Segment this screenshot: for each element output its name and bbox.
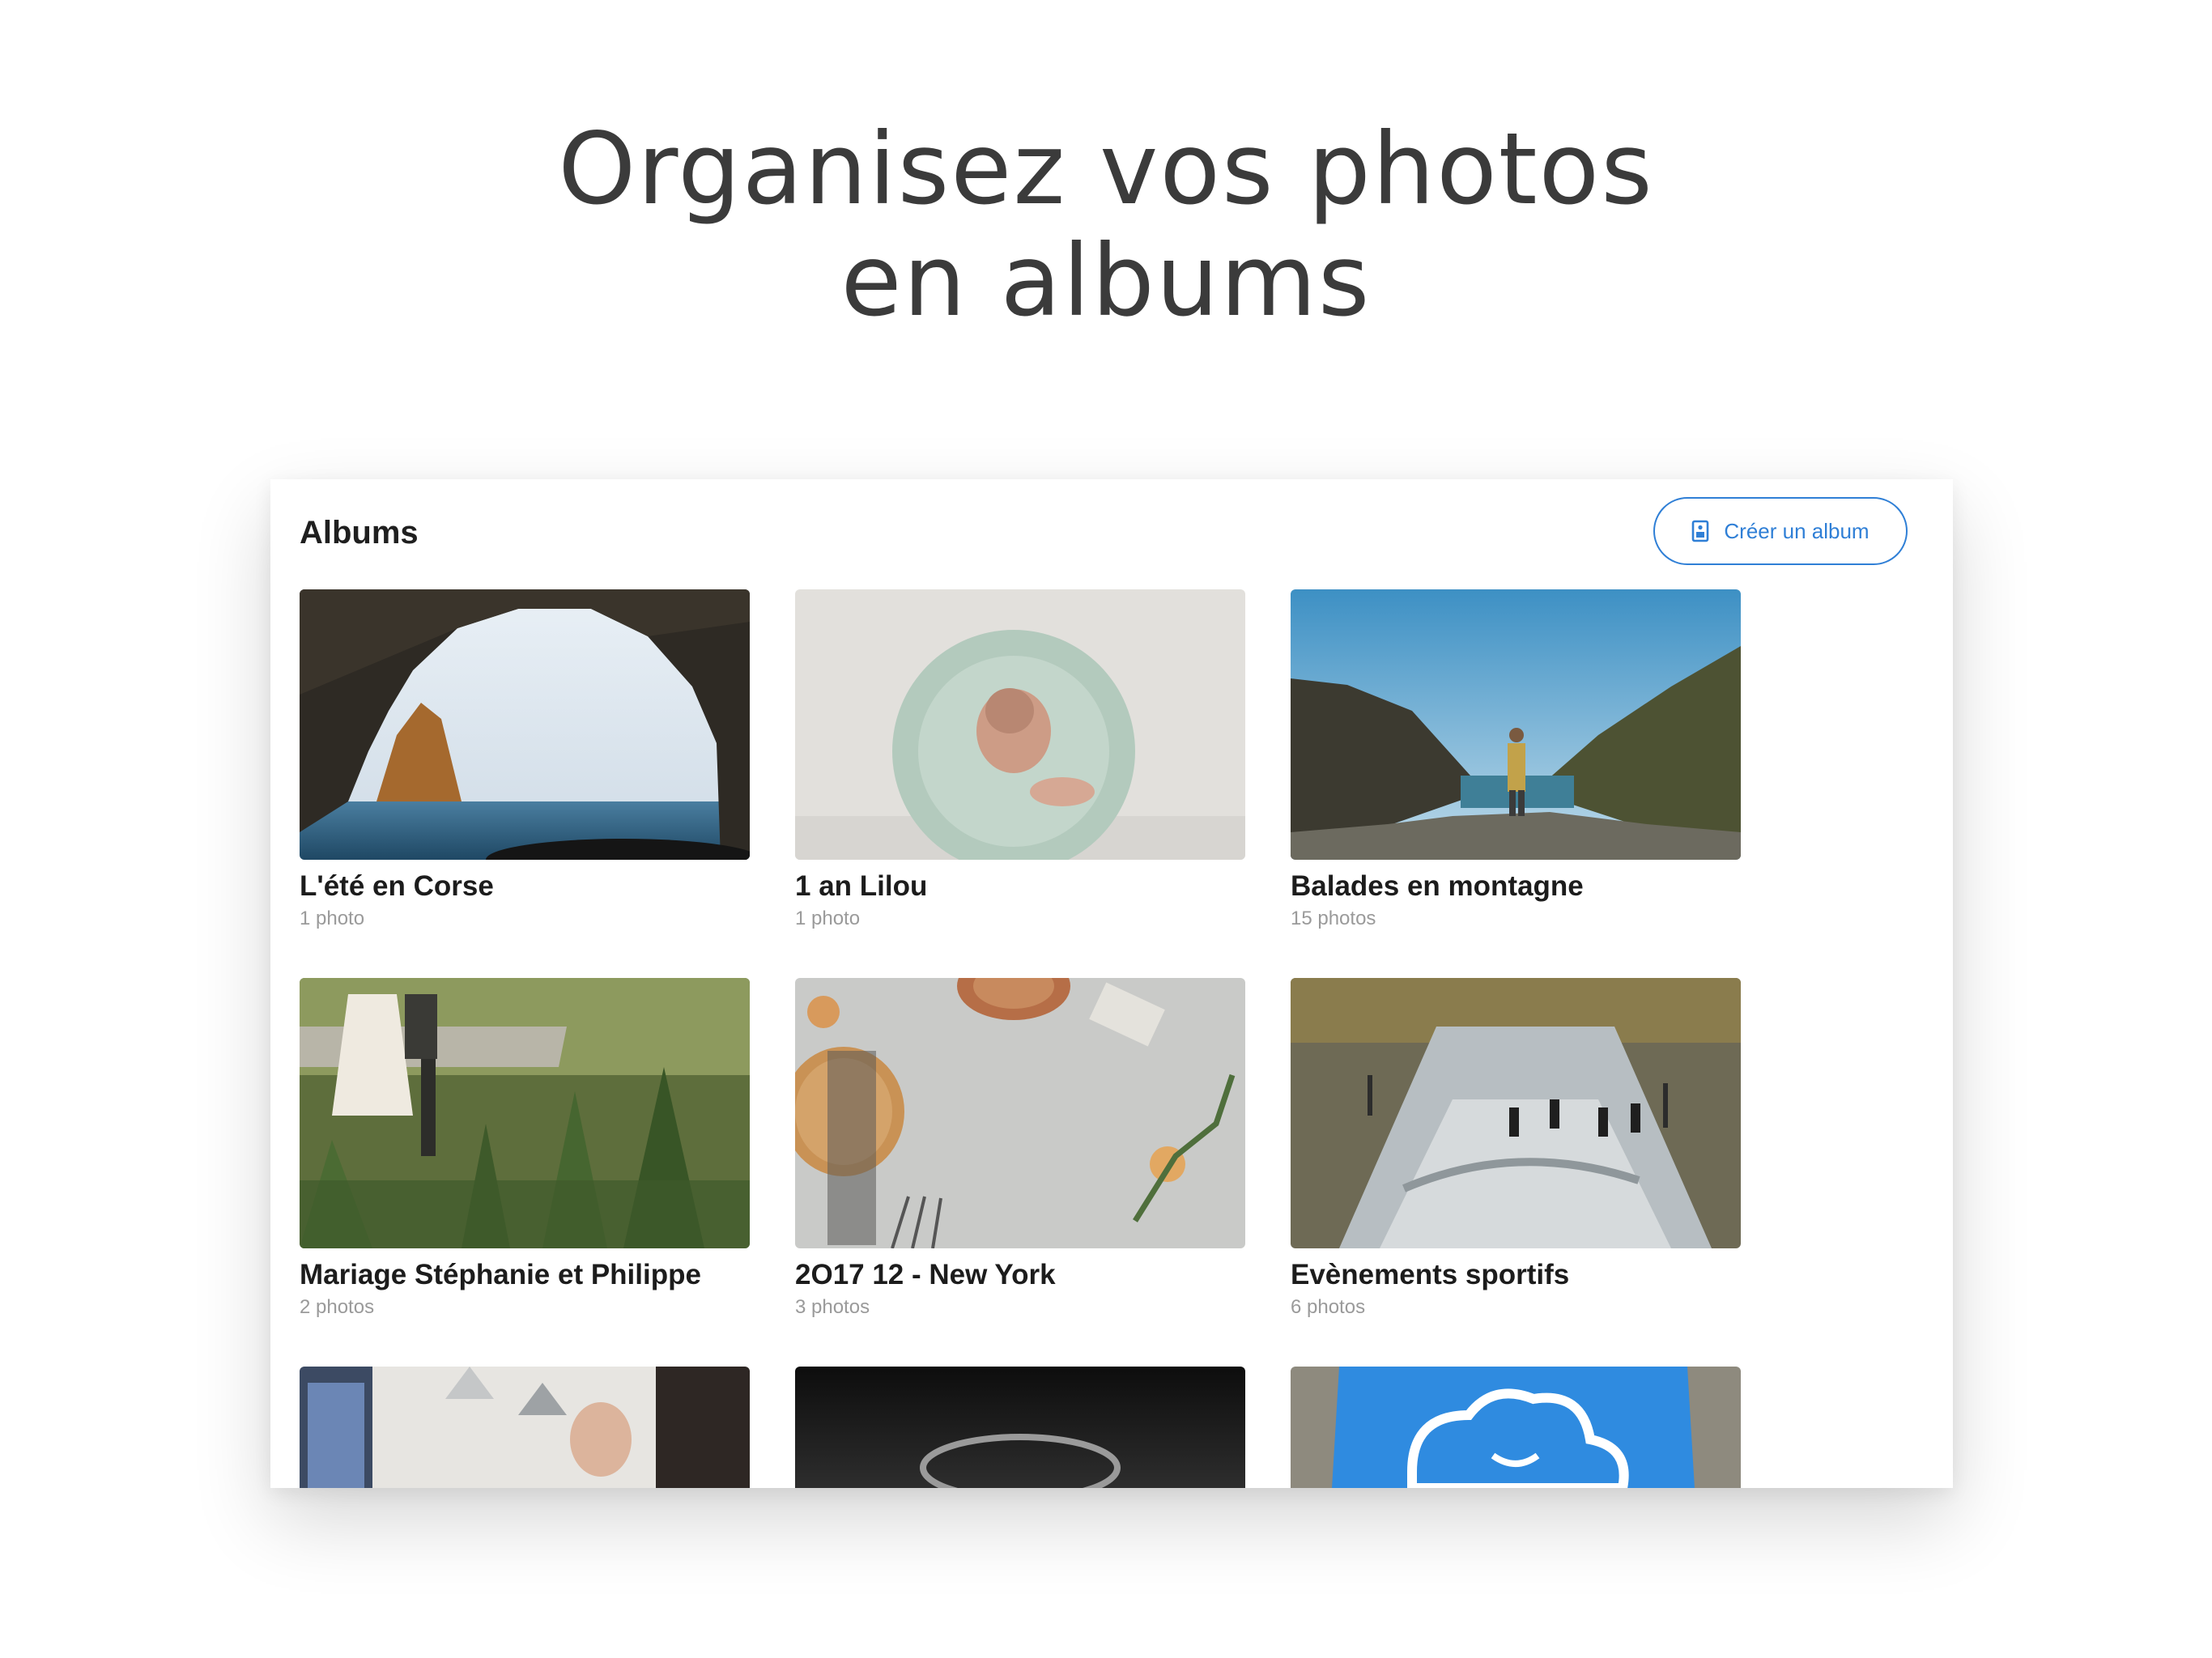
create-album-label: Créer un album xyxy=(1724,518,1870,543)
album-card[interactable]: Mariage Stéphanie et Philippe 2 photos xyxy=(300,978,750,1320)
sea-cave-photo xyxy=(300,589,750,860)
album-name: 1 an Lilou xyxy=(795,870,928,902)
album-card[interactable] xyxy=(795,1367,1245,1488)
album-grid: L'été en Corse 1 photo 1 an Lilou 1 phot… xyxy=(300,589,1741,1488)
headline-line-2: en albums xyxy=(840,223,1372,338)
blue-tshirt-photo xyxy=(1291,1367,1741,1488)
album-name: Mariage Stéphanie et Philippe xyxy=(300,1259,701,1290)
mountain-hiker-photo xyxy=(1291,589,1741,860)
album-name: Evènements sportifs xyxy=(1291,1259,1570,1290)
album-card[interactable] xyxy=(1291,1367,1741,1488)
album-card[interactable]: 2O17 12 - New York 3 photos xyxy=(795,978,1245,1320)
album-card[interactable]: Balades en montagne 15 photos xyxy=(1291,589,1741,931)
pie-table-photo xyxy=(795,978,1245,1248)
headline: Organisez vos photos en albums xyxy=(0,113,2212,337)
wedding-couple-photo xyxy=(300,978,750,1248)
dark-ring-photo xyxy=(795,1367,1245,1488)
album-name: Balades en montagne xyxy=(1291,870,1584,902)
album-count: 6 photos xyxy=(1291,1296,1366,1318)
panel-title: Albums xyxy=(300,515,419,551)
album-count: 2 photos xyxy=(300,1296,375,1318)
office-presentation-photo xyxy=(300,1367,750,1488)
album-card[interactable]: Evènements sportifs 6 photos xyxy=(1291,978,1741,1320)
album-add-icon xyxy=(1692,520,1709,542)
river-surfing-photo xyxy=(1291,978,1741,1248)
album-count: 15 photos xyxy=(1291,908,1376,929)
album-name: 2O17 12 - New York xyxy=(795,1259,1056,1290)
create-album-button[interactable]: Créer un album xyxy=(1653,497,1908,565)
album-count: 1 photo xyxy=(795,908,861,929)
baby-photo xyxy=(795,589,1245,860)
album-name: L'été en Corse xyxy=(300,870,494,902)
headline-line-1: Organisez vos photos xyxy=(558,112,1654,227)
albums-panel: Albums Créer un album L'été en Corse 1 p… xyxy=(270,479,1953,1488)
album-card[interactable]: 1 an Lilou 1 photo xyxy=(795,589,1245,931)
album-count: 3 photos xyxy=(795,1296,870,1318)
album-card[interactable]: L'été en Corse 1 photo xyxy=(300,589,750,931)
album-count: 1 photo xyxy=(300,908,365,929)
album-card[interactable] xyxy=(300,1367,750,1488)
